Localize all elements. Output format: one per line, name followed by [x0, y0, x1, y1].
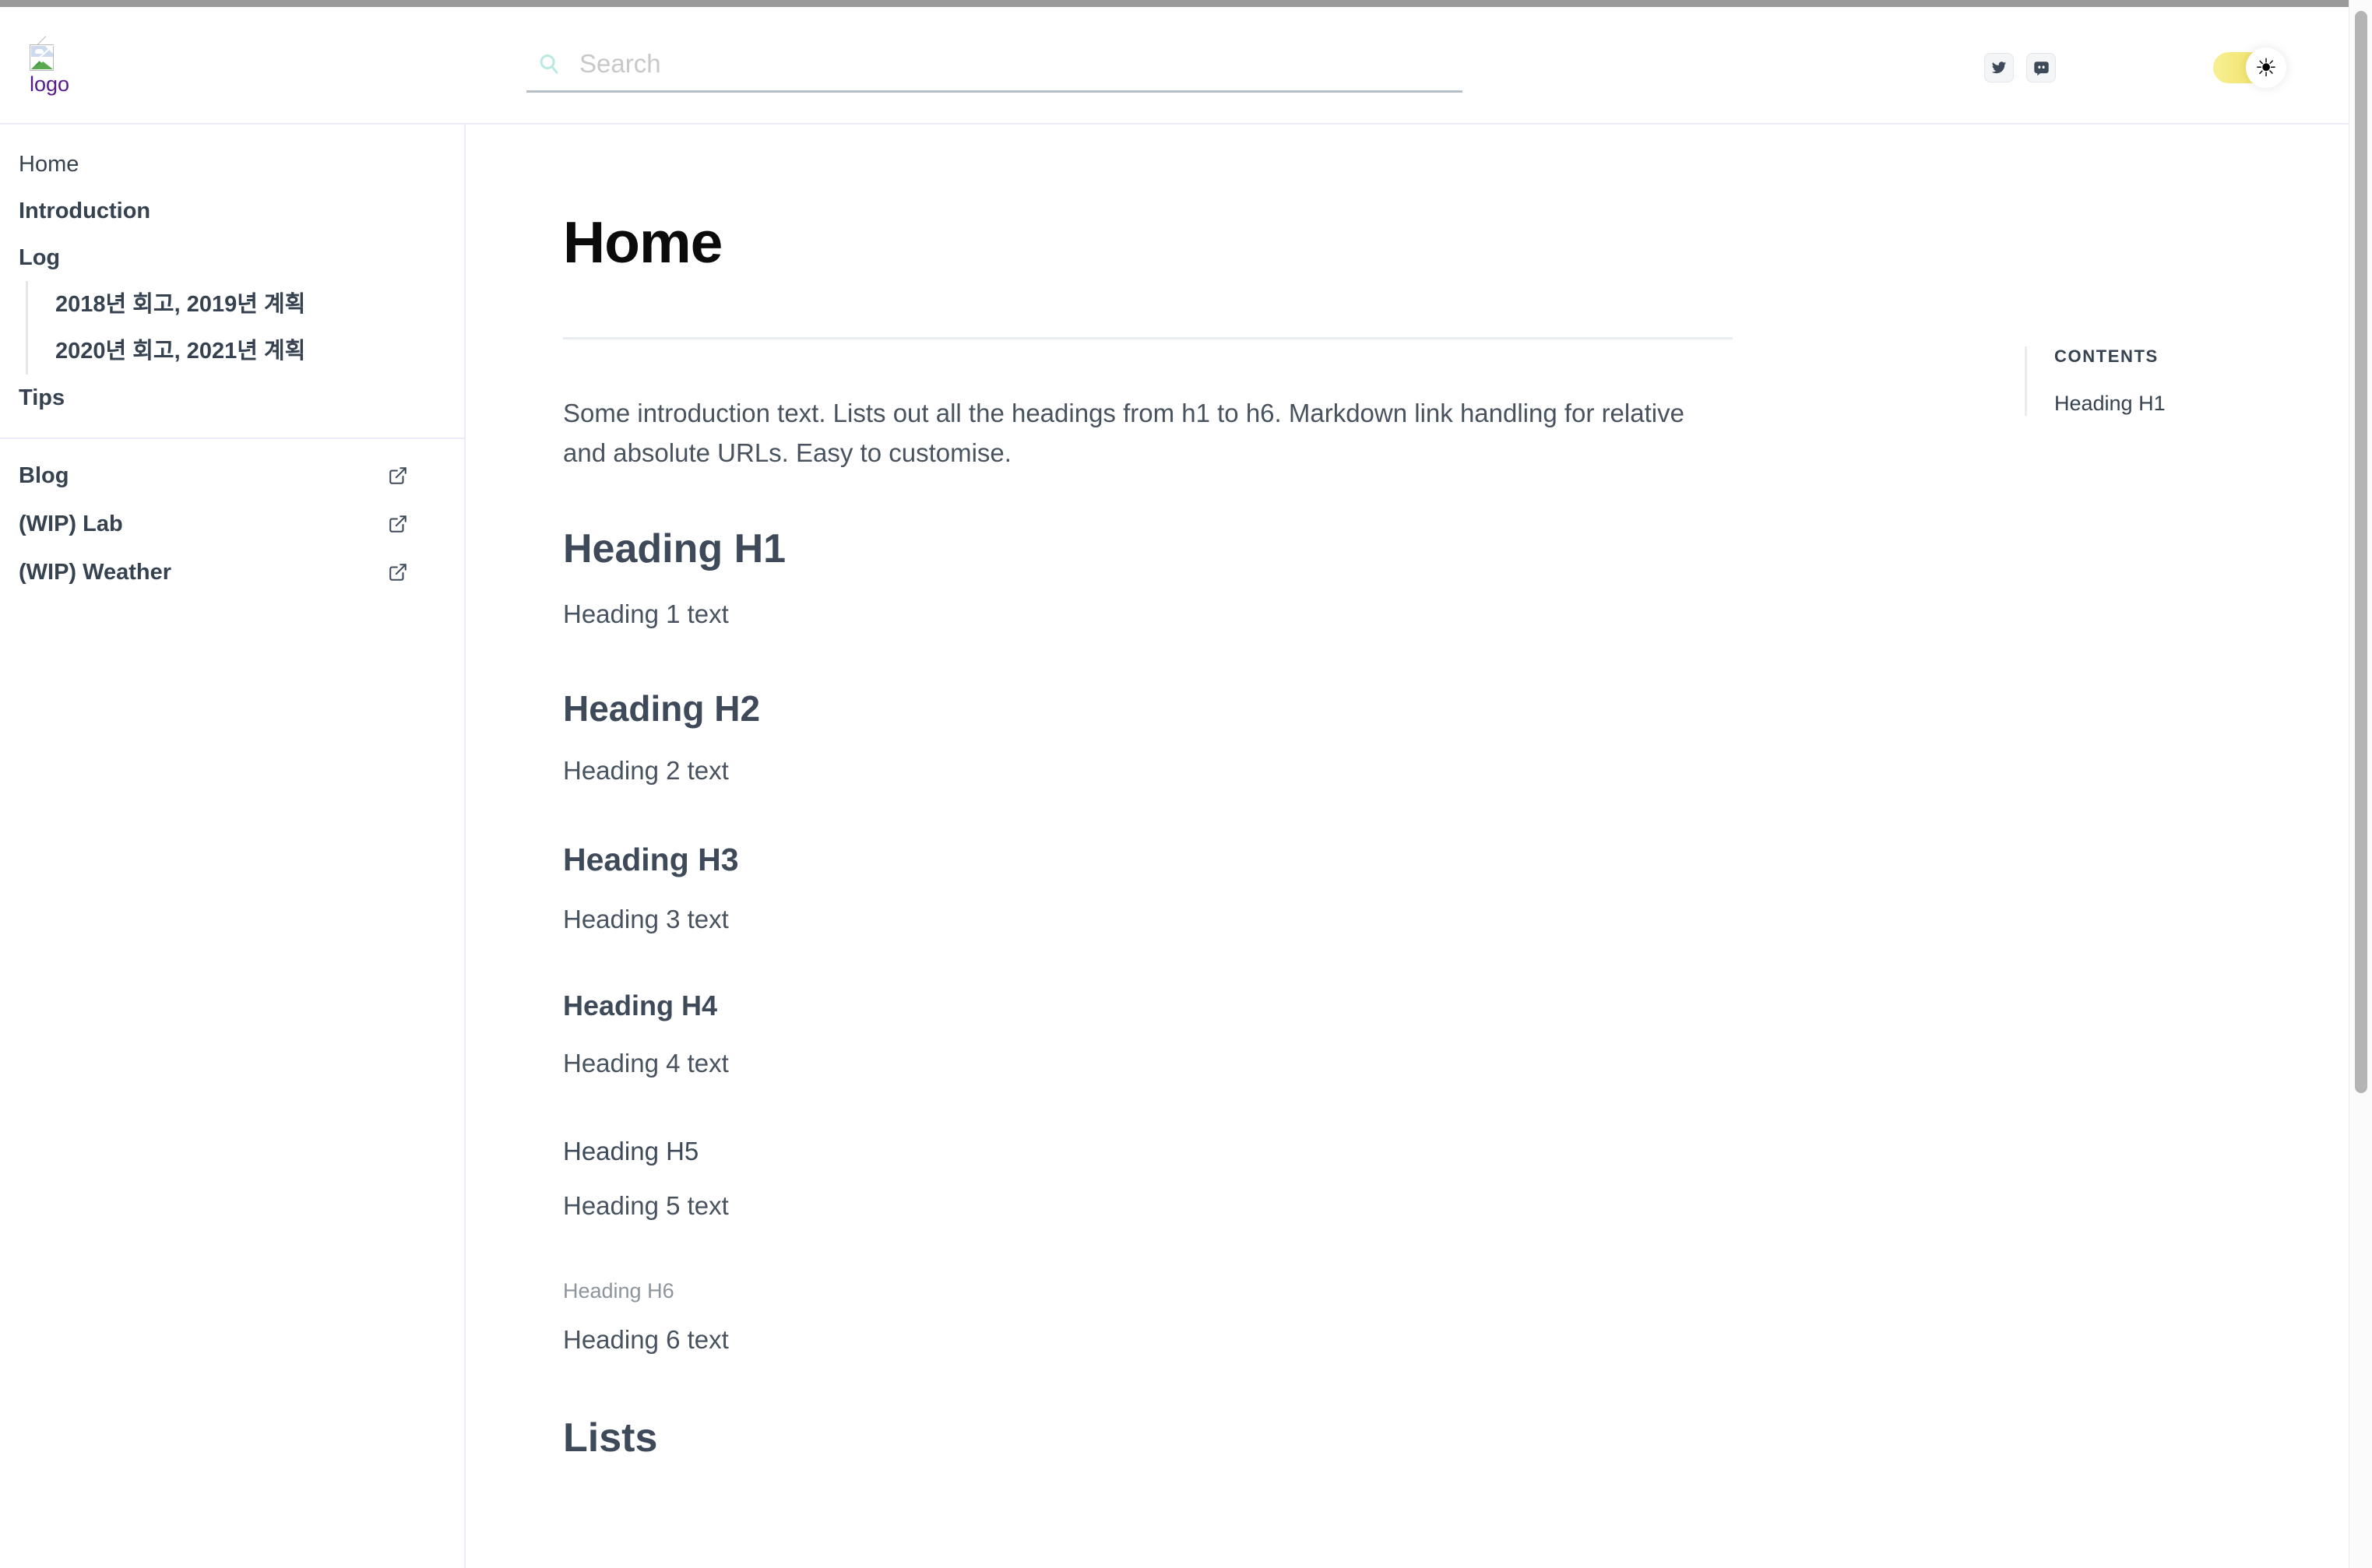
twitter-icon: [1991, 60, 2007, 76]
sidebar-subitem-2018-review[interactable]: 2018년 회고, 2019년 계획: [28, 281, 464, 328]
discord-icon: [2033, 60, 2050, 76]
external-link-icon: [388, 514, 408, 534]
page-root: logo Search ☀ Home Introduction Log 2018…: [0, 7, 2349, 1568]
sidebar-subitem-2020-review[interactable]: 2020년 회고, 2021년 계획: [28, 328, 464, 374]
heading-h2: Heading H2: [563, 688, 761, 729]
heading-h3-text: Heading 3 text: [563, 905, 729, 933]
heading-h4: Heading H4: [563, 990, 718, 1021]
heading-lists: Lists: [563, 1415, 658, 1461]
discord-link[interactable]: [2026, 53, 2056, 83]
toc-title: CONTENTS: [2054, 346, 2159, 366]
sidebar-item-label: Blog: [19, 463, 69, 488]
sidebar-item-introduction[interactable]: Introduction: [0, 188, 464, 234]
heading-h6: Heading H6: [563, 1279, 674, 1303]
sidebar-item-label: (WIP) Lab: [19, 512, 123, 536]
sun-icon: ☀: [2246, 47, 2286, 88]
table-of-contents: CONTENTS Heading H1: [2025, 346, 2289, 416]
page-title: Home: [563, 209, 723, 275]
heading-h5: Heading H5: [563, 1137, 699, 1165]
sidebar-item-weather[interactable]: (WIP) Weather: [0, 548, 464, 596]
sidebar-item-log[interactable]: Log: [0, 234, 464, 281]
sidebar-item-tips[interactable]: Tips: [0, 374, 464, 421]
external-link-icon: [388, 466, 408, 486]
sidebar-item-lab[interactable]: (WIP) Lab: [0, 500, 464, 548]
heading-h1-text: Heading 1 text: [563, 599, 729, 628]
sidebar-primary-group: Home Introduction Log 2018년 회고, 2019년 계획…: [0, 125, 464, 421]
header-actions: ☀: [1984, 47, 2286, 88]
sidebar-item-blog[interactable]: Blog: [0, 452, 464, 500]
heading-h6-text: Heading 6 text: [563, 1325, 729, 1354]
sidebar-item-label: (WIP) Weather: [19, 560, 172, 585]
external-link-icon: [388, 562, 408, 582]
logo-broken-image-icon: [30, 36, 54, 71]
twitter-link[interactable]: [1984, 53, 2014, 83]
site-logo-link[interactable]: logo: [30, 36, 154, 96]
sidebar-log-subgroup: 2018년 회고, 2019년 계획 2020년 회고, 2021년 계획: [26, 281, 464, 374]
main-content: Home Some introduction text. Lists out a…: [467, 125, 2349, 1568]
site-header: logo Search ☀: [0, 7, 2349, 125]
sidebar-item-home[interactable]: Home: [0, 141, 464, 188]
page-scrollbar[interactable]: [2349, 0, 2372, 1568]
heading-h1: Heading H1: [563, 526, 787, 571]
sidebar-external-group: Blog (WIP) Lab (WIP) Weather: [0, 439, 464, 596]
article: Home Some introduction text. Lists out a…: [563, 125, 1733, 1461]
title-divider: [563, 337, 1733, 339]
search-input[interactable]: [579, 44, 1452, 83]
search-container: [526, 38, 1462, 93]
heading-h3: Heading H3: [563, 842, 739, 877]
intro-paragraph: Some introduction text. Lists out all th…: [563, 399, 1684, 467]
heading-h5-text: Heading 5 text: [563, 1191, 729, 1220]
logo-alt-text: logo: [30, 72, 70, 96]
search-icon: [537, 52, 561, 76]
sidebar-nav: Home Introduction Log 2018년 회고, 2019년 계획…: [0, 125, 466, 1568]
browser-top-bar: [0, 0, 2349, 7]
toc-link-heading-h1[interactable]: Heading H1: [2054, 391, 2289, 416]
theme-toggle[interactable]: ☀: [2213, 47, 2286, 88]
page-scrollbar-thumb[interactable]: [2355, 11, 2367, 1093]
heading-h4-text: Heading 4 text: [563, 1049, 729, 1078]
heading-h2-text: Heading 2 text: [563, 756, 729, 785]
